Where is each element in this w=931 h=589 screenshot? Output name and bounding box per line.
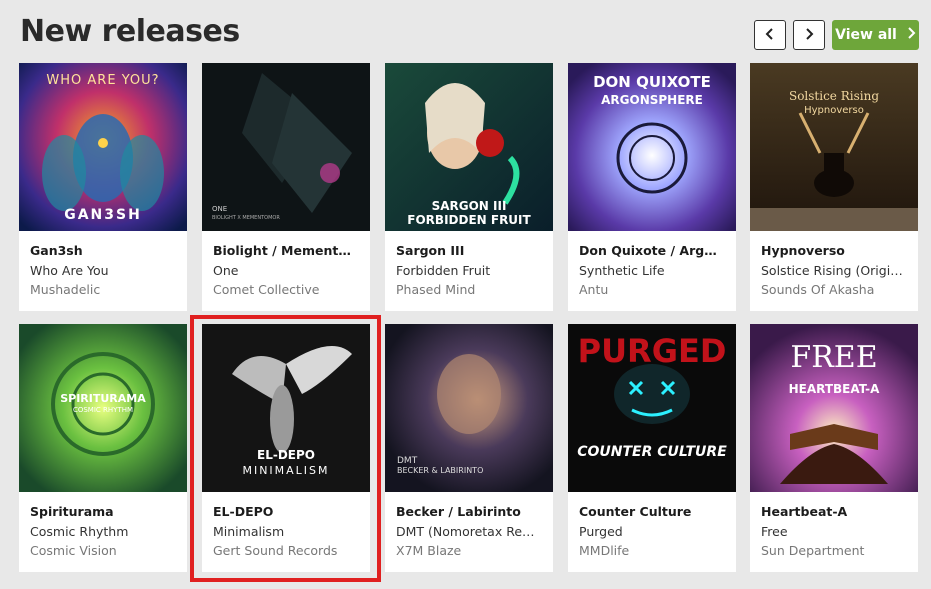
release-label[interactable]: Gert Sound Records xyxy=(213,541,359,560)
release-artist[interactable]: Becker / Labirinto xyxy=(396,503,542,521)
release-label[interactable]: Comet Collective xyxy=(213,280,359,299)
release-title[interactable]: Who Are You xyxy=(30,261,176,280)
release-title[interactable]: Solstice Rising (Origina… xyxy=(761,261,907,280)
artwork-text: ARGONSPHERE xyxy=(601,93,703,107)
next-button[interactable] xyxy=(793,20,825,50)
artwork-text: SPIRITURAMA xyxy=(60,392,146,405)
artwork-text: DMT xyxy=(397,456,418,466)
release-label[interactable]: Sounds Of Akasha xyxy=(761,280,907,299)
artwork-text: MINIMALISM xyxy=(242,464,330,477)
release-title[interactable]: Forbidden Fruit xyxy=(396,261,542,280)
artwork-text: FREE xyxy=(790,340,878,375)
artwork-text: SARGON III xyxy=(431,199,507,213)
artwork-text: PURGED xyxy=(577,332,727,370)
release-card[interactable]: DON QUIXOTE ARGONSPHERE Don Quixote / Ar… xyxy=(568,63,736,311)
release-card[interactable]: DMT BECKER & LABIRINTO Becker / Labirint… xyxy=(385,324,553,572)
artwork-text: ONE xyxy=(212,205,228,213)
release-artwork[interactable]: SARGON III FORBIDDEN FRUIT xyxy=(385,63,553,231)
release-artwork[interactable]: EL-DEPO MINIMALISM xyxy=(202,324,370,492)
release-title[interactable]: Cosmic Rhythm xyxy=(30,522,176,541)
release-artist[interactable]: Heartbeat-A xyxy=(761,503,907,521)
artwork-text: Hypnoverso xyxy=(804,105,864,116)
section-title: New releases xyxy=(20,14,240,49)
release-label[interactable]: Sun Department xyxy=(761,541,907,560)
artwork-text: GAN3SH xyxy=(64,207,142,223)
release-title[interactable]: Purged xyxy=(579,522,725,541)
artwork-text: BIOLIGHT X MEMENTOMOR xyxy=(212,215,280,221)
release-artwork[interactable]: Solstice Rising Hypnoverso xyxy=(750,63,918,231)
chevron-left-icon xyxy=(763,26,777,45)
release-card[interactable]: SARGON III FORBIDDEN FRUIT Sargon III Fo… xyxy=(385,63,553,311)
release-label[interactable]: MMDlife xyxy=(579,541,725,560)
release-artist[interactable]: EL-DEPO xyxy=(213,503,359,521)
artwork-text: HEARTBEAT-A xyxy=(788,382,880,396)
release-title[interactable]: Free xyxy=(761,522,907,541)
artwork-text: DON QUIXOTE xyxy=(593,73,711,91)
release-card[interactable]: WHO ARE YOU? GAN3SH Gan3sh Who Are You M… xyxy=(19,63,187,311)
release-label[interactable]: Phased Mind xyxy=(396,280,542,299)
artwork-text: FORBIDDEN FRUIT xyxy=(407,213,531,227)
release-card[interactable]: EL-DEPO MINIMALISM EL-DEPO Minimalism Ge… xyxy=(202,324,370,572)
chevron-right-icon xyxy=(802,26,816,45)
release-card[interactable]: SPIRITURAMA COSMIC RHYTHM Spiriturama Co… xyxy=(19,324,187,572)
release-artwork[interactable]: DON QUIXOTE ARGONSPHERE xyxy=(568,63,736,231)
release-card[interactable]: FREE HEARTBEAT-A Heartbeat-A Free Sun De… xyxy=(750,324,918,572)
release-artwork[interactable]: DMT BECKER & LABIRINTO xyxy=(385,324,553,492)
release-artist[interactable]: Counter Culture xyxy=(579,503,725,521)
release-artwork[interactable]: WHO ARE YOU? GAN3SH xyxy=(19,63,187,231)
artwork-text: BECKER & LABIRINTO xyxy=(397,466,484,475)
release-artist[interactable]: Sargon III xyxy=(396,242,542,260)
artwork-text: Solstice Rising xyxy=(788,89,880,103)
release-artwork[interactable]: SPIRITURAMA COSMIC RHYTHM xyxy=(19,324,187,492)
release-artist[interactable]: Spiriturama xyxy=(30,503,176,521)
release-title[interactable]: One xyxy=(213,261,359,280)
release-artist[interactable]: Gan3sh xyxy=(30,242,176,260)
release-artist[interactable]: Don Quixote / Argon S… xyxy=(579,242,725,260)
release-title[interactable]: DMT (Nomoretax Remix) xyxy=(396,522,542,541)
release-card[interactable]: Solstice Rising Hypnoverso Hypnoverso So… xyxy=(750,63,918,311)
release-artist[interactable]: Hypnoverso xyxy=(761,242,907,260)
release-title[interactable]: Minimalism xyxy=(213,522,359,541)
release-card[interactable]: PURGED COUNTER CULTURE Counter Culture P… xyxy=(568,324,736,572)
view-all-label: View all xyxy=(835,27,897,43)
release-label[interactable]: Mushadelic xyxy=(30,280,176,299)
artwork-text: COUNTER CULTURE xyxy=(577,444,727,460)
previous-button[interactable] xyxy=(754,20,786,50)
view-all-button[interactable]: View all xyxy=(832,20,919,50)
artwork-text: COSMIC RHYTHM xyxy=(72,406,134,414)
chevron-right-icon xyxy=(906,27,916,43)
release-title[interactable]: Synthetic Life xyxy=(579,261,725,280)
release-label[interactable]: X7M Blaze xyxy=(396,541,542,560)
release-artwork[interactable]: PURGED COUNTER CULTURE xyxy=(568,324,736,492)
release-artwork[interactable]: FREE HEARTBEAT-A xyxy=(750,324,918,492)
artwork-text: WHO ARE YOU? xyxy=(46,73,160,88)
artwork-text: EL-DEPO xyxy=(257,448,315,462)
release-artist[interactable]: Biolight / Mementomor xyxy=(213,242,359,260)
release-label[interactable]: Antu xyxy=(579,280,725,299)
release-artwork[interactable]: ONE BIOLIGHT X MEMENTOMOR xyxy=(202,63,370,231)
release-card[interactable]: ONE BIOLIGHT X MEMENTOMOR Biolight / Mem… xyxy=(202,63,370,311)
release-label[interactable]: Cosmic Vision xyxy=(30,541,176,560)
